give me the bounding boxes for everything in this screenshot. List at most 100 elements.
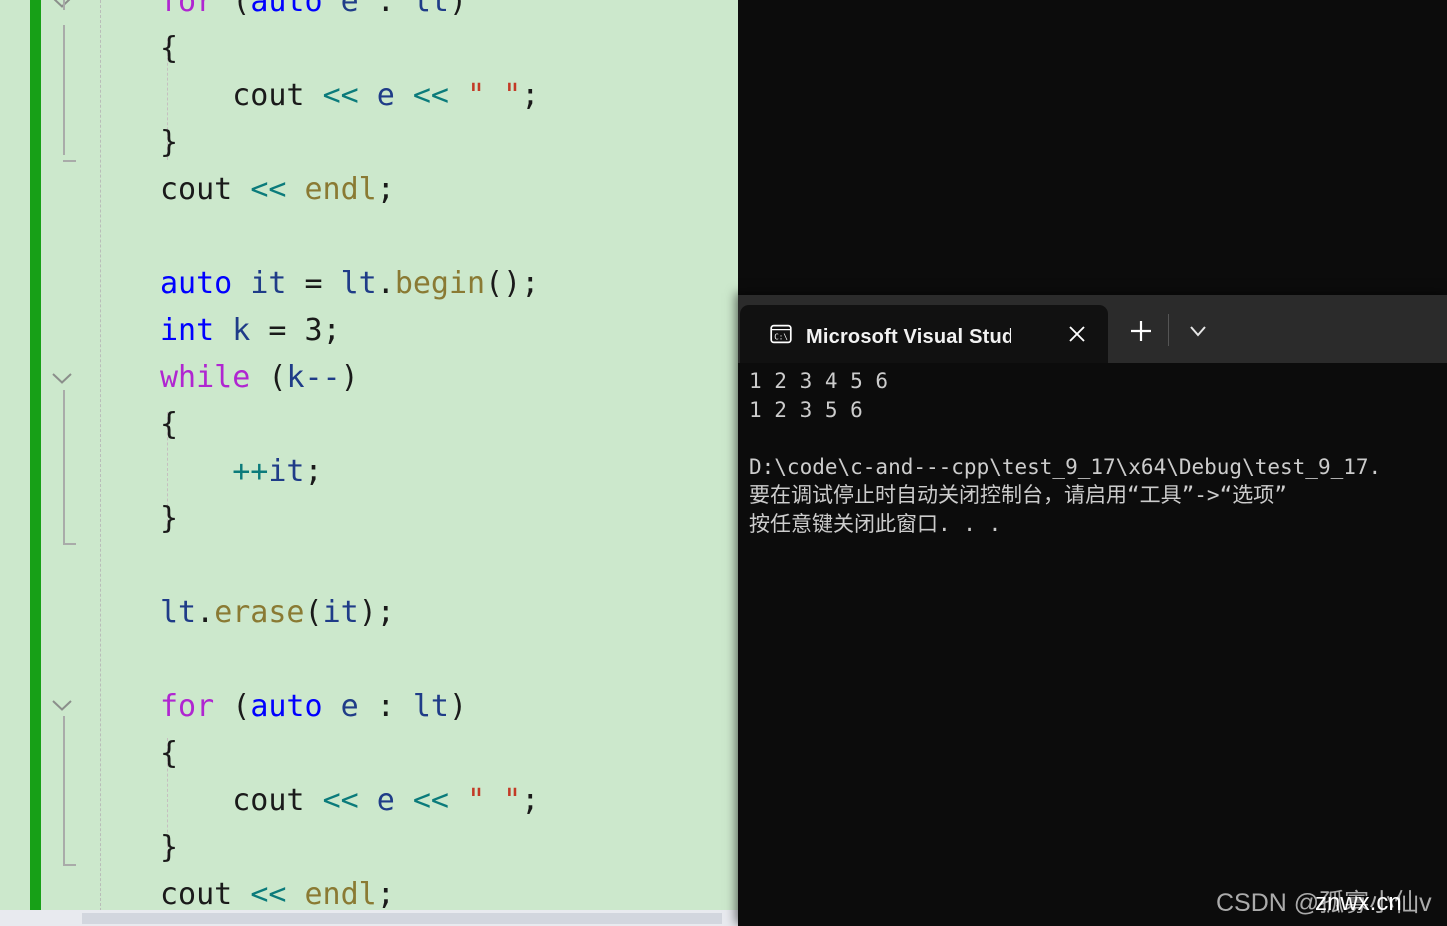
code-token: endl [304, 877, 377, 912]
code-line: { [160, 730, 178, 777]
code-token: } [160, 830, 179, 865]
code-token: k [286, 360, 305, 395]
outline-end-tick [63, 864, 76, 866]
code-line: { [160, 25, 178, 72]
code-token: it [250, 266, 287, 301]
code-token: { [160, 407, 179, 442]
code-token: begin [394, 266, 486, 301]
code-token: int [160, 313, 215, 348]
titlebar-separator [1168, 314, 1169, 346]
code-line: cout << e << " "; [160, 777, 539, 824]
code-token: . [196, 595, 215, 630]
code-token: cout [160, 877, 233, 912]
indent-guide [100, 0, 101, 921]
chevron-down-icon[interactable] [1183, 317, 1213, 345]
code-token: for [160, 0, 215, 19]
cmd-console-icon: C:\ [770, 323, 792, 345]
code-token: " " [467, 78, 522, 113]
console-line: 1 2 3 4 5 6 [749, 369, 889, 393]
code-token: it [268, 454, 305, 489]
console-tab[interactable]: C:\ Microsoft Visual Studio 调试控 [740, 305, 1108, 363]
code-token: { [160, 31, 179, 66]
code-token: . [376, 266, 395, 301]
code-line: int k = 3; [160, 307, 341, 354]
code-token: ; [521, 78, 540, 113]
code-token: cout [232, 783, 305, 818]
code-token: e [376, 783, 395, 818]
collapse-chevron-icon[interactable] [51, 699, 73, 712]
code-token: ) [449, 689, 468, 724]
code-token: << [250, 172, 287, 207]
code-token: cout [160, 172, 233, 207]
code-token: lt [340, 266, 377, 301]
debug-console-window[interactable]: C:\ Microsoft Visual Studio 调试控 [738, 295, 1447, 926]
code-token: ++ [232, 454, 269, 489]
code-line: { [160, 401, 178, 448]
code-token: { [160, 736, 179, 771]
code-token: auto [160, 266, 233, 301]
editor-horizontal-scrollbar[interactable] [0, 910, 738, 926]
code-token: ; [376, 172, 395, 207]
code-token: k [232, 313, 251, 348]
code-token: it [322, 595, 359, 630]
console-line: 1 2 3 5 6 [749, 397, 863, 422]
outline-end-tick [63, 160, 76, 162]
code-token: << [412, 783, 449, 818]
code-line: ++it; [160, 448, 323, 495]
code-token: e [376, 78, 395, 113]
collapse-chevron-icon[interactable] [51, 0, 73, 9]
code-token: << [250, 877, 287, 912]
console-tab-title: Microsoft Visual Studio 调试控 [806, 325, 1011, 348]
code-token: ; [376, 877, 395, 912]
code-token: erase [214, 595, 305, 630]
console-output-area[interactable]: 1 2 3 4 5 6 1 2 3 5 6 D:\code\c-and---cpp… [738, 363, 1447, 926]
code-token: } [160, 501, 179, 536]
editor-outlining-column[interactable] [41, 0, 81, 926]
editor-horizontal-scrollbar-thumb[interactable] [82, 913, 722, 924]
code-line: while (k--) [160, 354, 359, 401]
code-token: = [250, 313, 305, 348]
code-line: } [160, 119, 178, 166]
code-token: lt [412, 0, 449, 19]
code-token: endl [304, 172, 377, 207]
code-token: << [322, 783, 359, 818]
console-titlebar[interactable]: C:\ Microsoft Visual Studio 调试控 [738, 295, 1447, 363]
outline-vertical-line [63, 25, 65, 155]
console-line: 要在调试停止时自动关闭控制台，请启用“工具”->“选项” [749, 483, 1287, 508]
code-token: << [412, 78, 449, 113]
code-token: ; [304, 454, 323, 489]
code-token: cout [232, 78, 305, 113]
new-tab-button[interactable] [1123, 313, 1159, 349]
code-line: } [160, 495, 178, 542]
editor-change-indicator-bar [30, 0, 41, 921]
close-icon[interactable] [1064, 321, 1090, 347]
console-line: D:\code\c-and---cpp\test_9_17\x64\Debug\… [749, 454, 1382, 479]
collapse-chevron-icon[interactable] [51, 372, 73, 385]
code-token: while [160, 360, 251, 395]
code-token: (); [485, 266, 540, 301]
code-token: ( [268, 360, 287, 395]
code-token: : [358, 689, 413, 724]
code-token: ); [358, 595, 395, 630]
code-token: ; [322, 313, 341, 348]
code-token: ) [449, 0, 468, 19]
console-output-text: 1 2 3 4 5 6 1 2 3 5 6 D:\code\c-and---cpp… [749, 367, 1381, 539]
code-editor-pane[interactable]: for ( auto e : lt) { cout << e << " ";} cou… [0, 0, 738, 926]
svg-text:C:\: C:\ [774, 332, 788, 341]
code-token: " " [467, 783, 522, 818]
code-line: } [160, 824, 178, 871]
